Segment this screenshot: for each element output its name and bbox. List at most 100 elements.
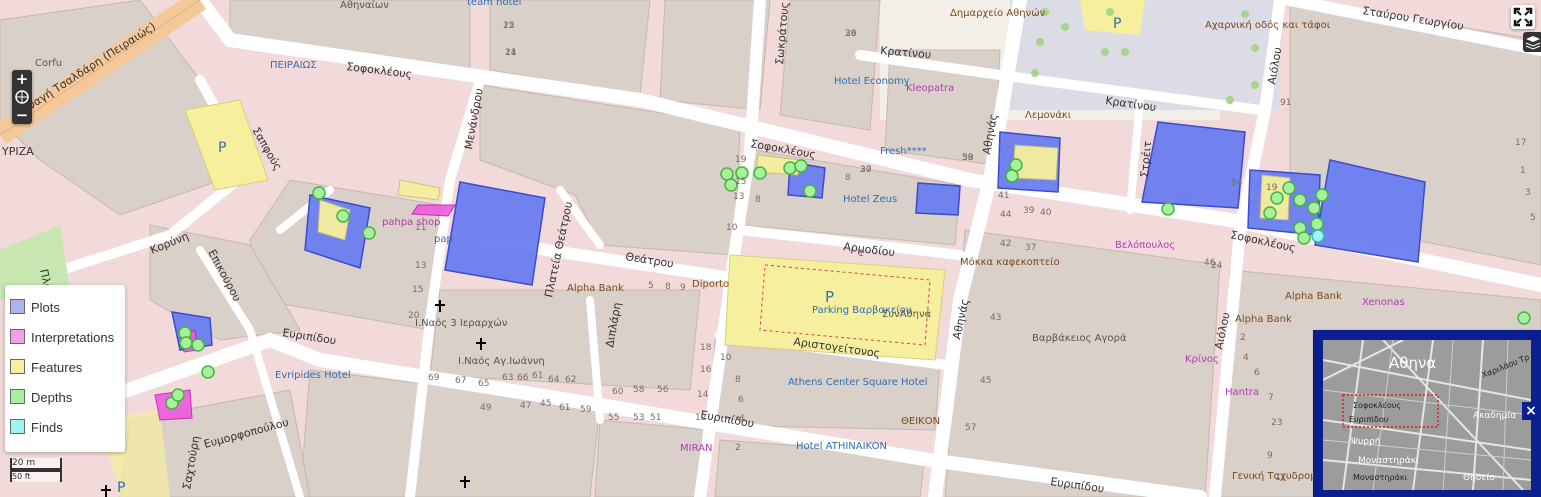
- poi-theikon[interactable]: ΘΕΙΚΟΝ: [901, 416, 940, 427]
- poi-alpha-bank-1[interactable]: Alpha Bank: [567, 283, 624, 294]
- minimap-view[interactable]: Αθηνα Σοφοκλέους Ευριπίδου Ακαδημία Ψυρρ…: [1323, 340, 1531, 490]
- house-number: 66: [517, 373, 529, 383]
- poi-alpha-bank-3[interactable]: Alpha Bank: [1235, 314, 1292, 325]
- poi-hotel-economy[interactable]: Hotel Economy: [834, 76, 910, 87]
- poi-lemonaki[interactable]: Λεμονάκι: [1025, 109, 1072, 121]
- house-number: 9: [680, 283, 686, 293]
- scale-metric: 20 m: [10, 458, 62, 470]
- legend-swatch: [10, 299, 25, 314]
- house-number: 5: [648, 281, 654, 291]
- house-number: 19: [1266, 183, 1278, 193]
- house-number: 4: [739, 414, 745, 424]
- minimap-label: Ακαδημία: [1473, 411, 1516, 421]
- house-number: 45: [980, 376, 991, 386]
- fullscreen-button[interactable]: [1511, 5, 1535, 29]
- parking-marker[interactable]: P: [825, 288, 834, 306]
- house-number: 10: [726, 223, 738, 233]
- house-number: 6: [1254, 368, 1260, 378]
- parking-marker[interactable]: P: [218, 140, 226, 156]
- house-number: 9: [1267, 451, 1273, 461]
- house-number: 63: [502, 373, 513, 383]
- poi-team-hotel[interactable]: team hotel: [467, 0, 521, 8]
- house-number: 40: [1040, 208, 1052, 218]
- poi-diporto[interactable]: Diporto: [692, 279, 729, 290]
- poi-dimarxeio[interactable]: Δημαρχείο Αθηνών: [950, 7, 1046, 19]
- house-number: 2: [1240, 333, 1246, 343]
- house-number: 65: [478, 379, 489, 389]
- poi-pahpa-shop[interactable]: pahpa shop: [382, 217, 440, 228]
- house-number: 30: [860, 165, 872, 175]
- poi-evripides-hotel[interactable]: Evripides Hotel: [275, 370, 351, 381]
- house-number: 58: [633, 385, 645, 395]
- legend-item-features[interactable]: Features: [10, 359, 82, 377]
- poi-corfu[interactable]: Corfu: [35, 58, 62, 69]
- house-number: 8: [735, 375, 741, 385]
- legend-label: Plots: [31, 300, 60, 315]
- poi-mokka[interactable]: Μόκκα καφεκοπτείο: [960, 256, 1060, 268]
- poi-hantra[interactable]: Hantra: [1225, 387, 1259, 398]
- house-number: 7: [1268, 393, 1274, 403]
- house-number: 3: [1525, 188, 1531, 198]
- legend-swatch: [10, 389, 25, 404]
- house-number: 64: [548, 375, 560, 385]
- house-number: 53: [633, 413, 644, 423]
- poi-krinos[interactable]: Κρίνος: [1185, 353, 1219, 365]
- legend-item-finds[interactable]: Finds: [10, 419, 63, 437]
- poi-athinaion[interactable]: Αθηναίων: [340, 0, 389, 11]
- house-number: 56: [657, 385, 669, 395]
- poi-athens-center[interactable]: Athens Center Square Hotel: [788, 377, 928, 388]
- house-number: 1: [1520, 166, 1526, 176]
- poi-peiraios[interactable]: ΠΕΙΡΑΙΩΣ: [270, 60, 317, 71]
- poi-naos-iera[interactable]: Ι.Ναός 3 Ιεραρχών: [415, 317, 508, 329]
- house-number: 8: [845, 173, 851, 183]
- minimap[interactable]: Αθηνα Σοφοκλέους Ευριπίδου Ακαδημία Ψυρρ…: [1313, 330, 1541, 497]
- layers-button[interactable]: [1523, 32, 1541, 52]
- poi-kleopatra[interactable]: Kleopatra: [906, 83, 954, 94]
- minimap-close-button[interactable]: ×: [1522, 402, 1540, 420]
- house-number: 57: [965, 423, 976, 433]
- layers-icon: [1525, 36, 1541, 50]
- poi-varvakeios[interactable]: Βαρβάκειος Αγορά: [1032, 332, 1127, 344]
- parking-marker[interactable]: P: [117, 480, 125, 496]
- house-number: 38: [962, 153, 974, 163]
- minimap-city-label: Αθηνα: [1389, 354, 1436, 372]
- minimap-label: Θησείο: [1463, 473, 1495, 483]
- legend-swatch: [10, 359, 25, 374]
- scale-bar: 20 m 50 ft: [10, 458, 62, 482]
- legend-swatch: [10, 329, 25, 344]
- house-number: 12: [695, 413, 706, 423]
- legend-item-plots[interactable]: Plots: [10, 299, 60, 317]
- poi-alpha-bank-2[interactable]: Alpha Bank: [1285, 291, 1342, 302]
- house-number: 43: [990, 313, 1001, 323]
- poi-naos-ioanni[interactable]: Ι.Ναός Αγ.Ιωάννη: [458, 355, 545, 367]
- poi-acharniki[interactable]: Αχαρνική οδός και τάφοι: [1205, 19, 1331, 31]
- parking-marker[interactable]: P: [1113, 16, 1121, 32]
- poi-pap[interactable]: pap: [434, 234, 453, 245]
- house-number: 15: [412, 285, 423, 295]
- poi-miran[interactable]: MIRAN: [680, 443, 712, 454]
- house-number: 60: [612, 387, 624, 397]
- legend-label: Interpretations: [31, 330, 115, 345]
- house-number: 59: [580, 405, 592, 415]
- house-number: 19: [735, 155, 747, 165]
- house-number: 45: [540, 399, 551, 409]
- poi-synathina[interactable]: ΣυνΑθηνά: [882, 308, 932, 320]
- poi-xenonas[interactable]: Xenonas: [1362, 297, 1405, 308]
- zoom-out-button[interactable]: −: [12, 106, 32, 124]
- poi-hotel-athinaikon[interactable]: Hotel ATHINAIKON: [796, 441, 887, 452]
- house-number: 18: [700, 343, 712, 353]
- poi-hotel-zeus[interactable]: Hotel Zeus: [843, 194, 897, 205]
- house-number: 8: [755, 195, 761, 205]
- legend-item-interpretations[interactable]: Interpretations: [10, 329, 114, 347]
- globe-icon[interactable]: [12, 88, 32, 106]
- legend-item-depths[interactable]: Depths: [10, 389, 72, 407]
- poi-velopoylos[interactable]: Βελόπουλος: [1115, 239, 1175, 251]
- poi-fresh[interactable]: Fresh****: [880, 146, 927, 157]
- house-number: 42: [1000, 239, 1011, 249]
- map-canvas[interactable]: Σοφοκλέους Σοφοκλέους Σοφοκλέους Σταύρου…: [0, 0, 1541, 497]
- zoom-in-button[interactable]: +: [12, 70, 32, 88]
- map-legend: Plots Interpretations Features Depths Fi…: [5, 285, 125, 452]
- legend-label: Features: [31, 360, 83, 375]
- house-number: 67: [455, 376, 466, 386]
- house-number: 11: [1275, 473, 1286, 483]
